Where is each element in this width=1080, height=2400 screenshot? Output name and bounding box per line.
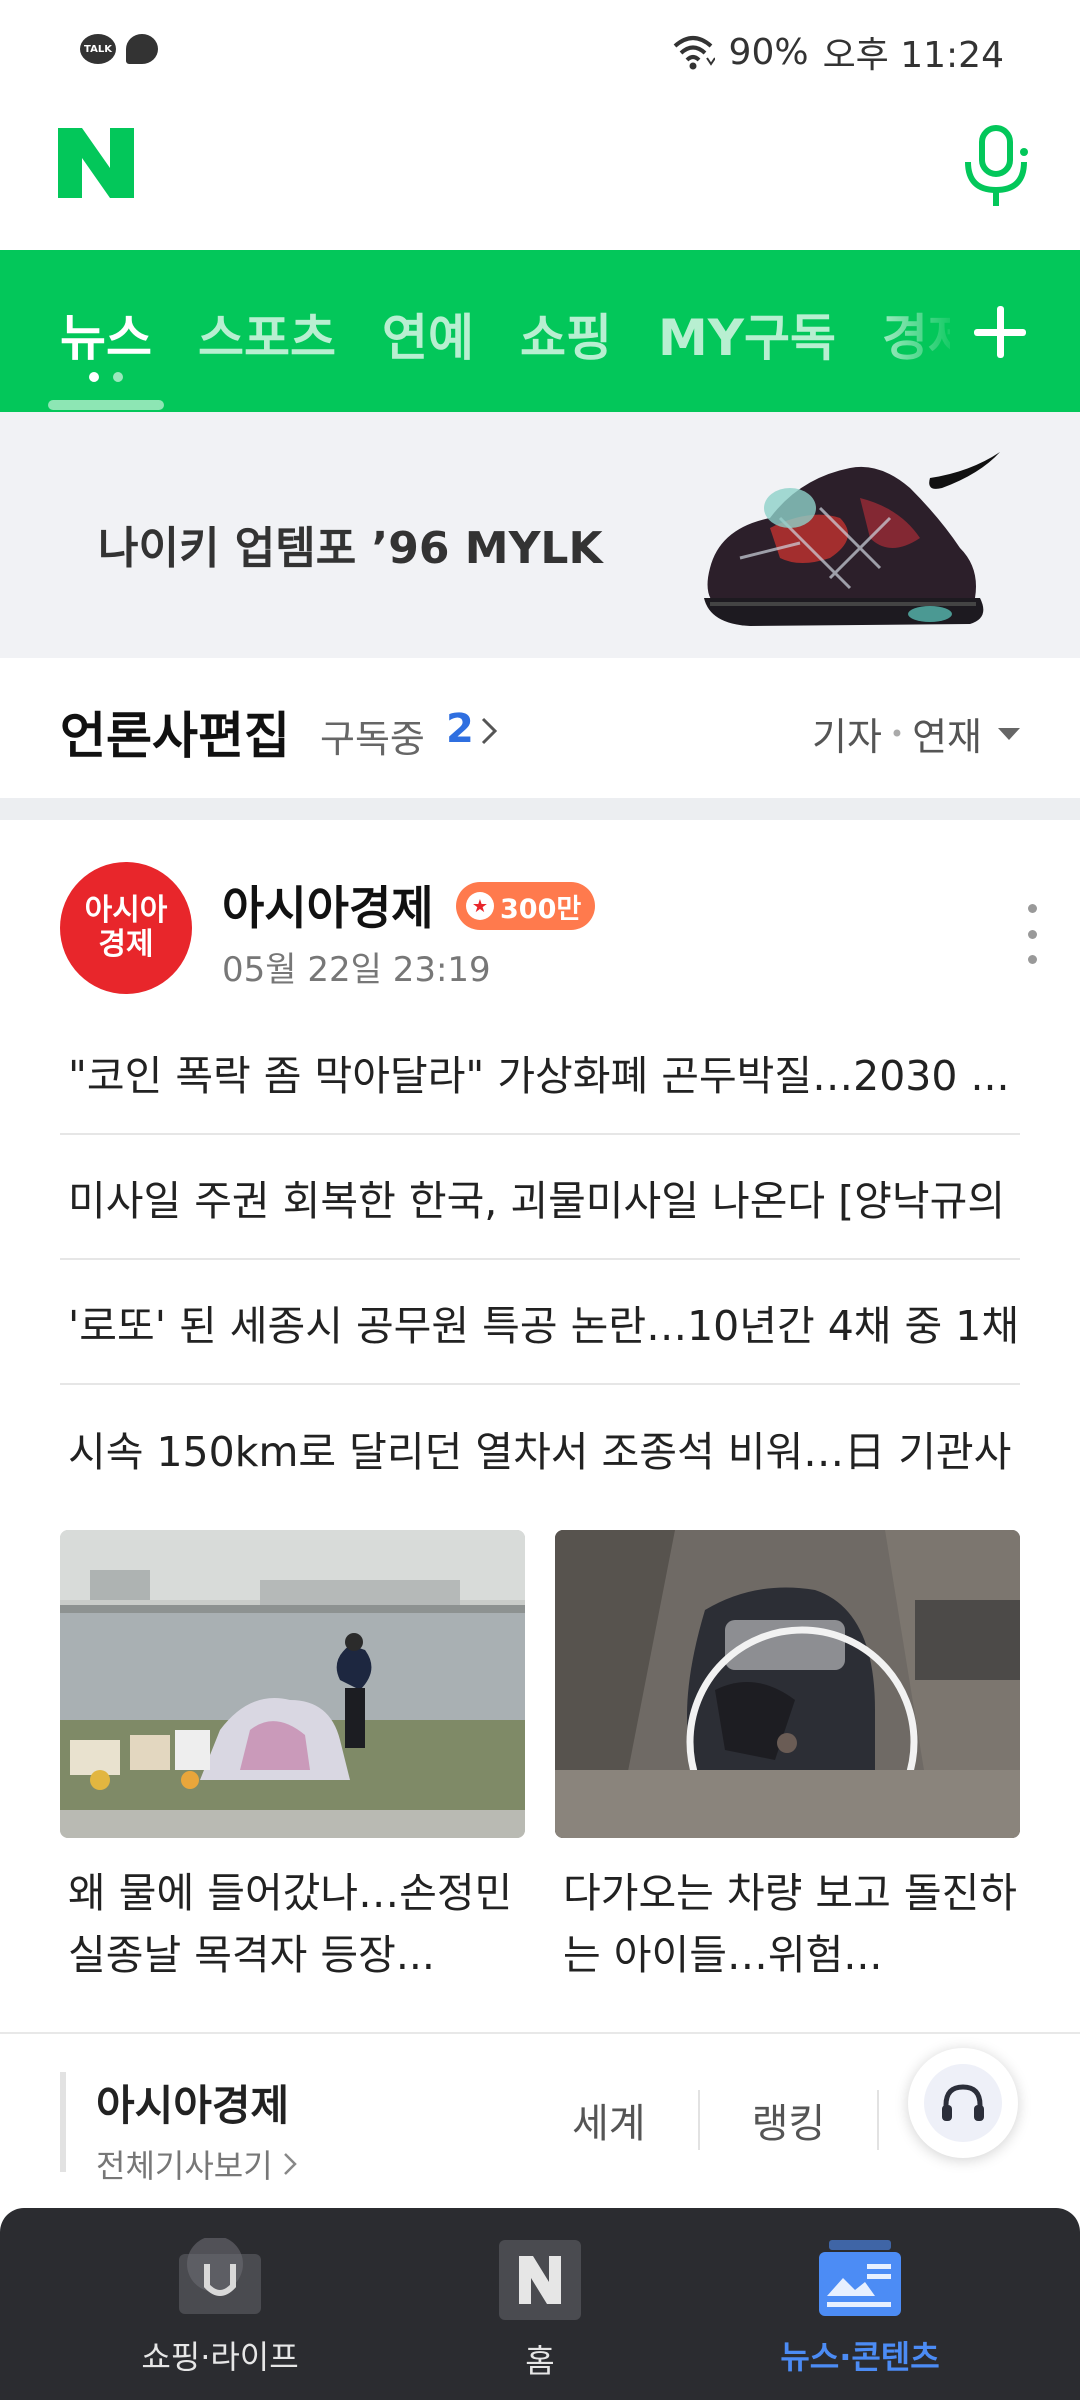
audio-clip-button[interactable]	[908, 2048, 1018, 2158]
naver-logo[interactable]	[58, 128, 134, 198]
photo-news-caption: 왜 물에 들어갔나…손정민 실종날 목격자 등장...	[68, 1869, 513, 1979]
chevron-right-icon	[283, 2153, 297, 2175]
wifi-icon	[673, 36, 715, 70]
chat-bubble-icon	[126, 34, 158, 64]
cctv-car-photo	[555, 1530, 1020, 1858]
tab-shopping[interactable]: 쇼핑	[520, 250, 612, 412]
tab-news[interactable]: 뉴스	[60, 250, 152, 412]
clock: 오후 11:24	[822, 35, 1004, 76]
press-edit-header: 언론사편집 구독중 2 기자 • 연재	[0, 658, 1080, 798]
kakaotalk-icon: TALK	[80, 34, 116, 64]
category-tab-bar: 뉴스 스포츠 연예 쇼핑 MY구독 경제	[0, 250, 1080, 412]
divider	[0, 2032, 1080, 2034]
app-header	[0, 100, 1080, 250]
tab-entertainment[interactable]: 연예	[382, 250, 474, 412]
ad-banner[interactable]: 나이키 업템포 ’96 MYLK	[0, 412, 1080, 658]
nav-shopping-label: 쇼핑·라이프	[141, 2338, 299, 2376]
publisher-avatar[interactable]: 아시아 경제	[60, 862, 192, 994]
footer-publisher-name[interactable]: 아시아경제	[96, 2072, 297, 2133]
headline-item[interactable]: '로또' 된 세종시 공무원 특공 논란…10년간 4채 중 1채 ...	[60, 1260, 1020, 1385]
subscribing-label[interactable]: 구독중	[320, 708, 425, 763]
shopping-bag-icon	[179, 2238, 261, 2314]
ad-text: 나이키 업템포 ’96 MYLK	[98, 523, 603, 574]
publisher-footer: 아시아경제 전체기사보기	[60, 2072, 297, 2185]
section-separator	[0, 798, 1080, 820]
headline-item[interactable]: 시속 150km로 달리던 열차서 조종석 비워…日 기관사 ...	[60, 1385, 1020, 1510]
news-content-icon	[819, 2240, 901, 2316]
headline-item[interactable]: 미사일 주권 회복한 한국, 괴물미사일 나온다 [양낙규의 ...	[60, 1135, 1020, 1260]
tab-page-dots	[89, 372, 123, 382]
status-bar: TALK 90% 오후 11:24	[0, 0, 1080, 100]
voice-search-mic-icon[interactable]	[956, 122, 1036, 208]
nav-news-content-label: 뉴스·콘텐츠	[780, 2338, 940, 2376]
quick-links: 세계 랭킹	[520, 2090, 880, 2150]
status-right: 90% 오후 11:24	[671, 26, 1004, 78]
reporter-series-filter[interactable]: 기자 • 연재	[812, 706, 1020, 761]
naver-home-icon	[499, 2240, 581, 2320]
headphones-icon	[942, 2084, 984, 2121]
sneaker-image	[704, 452, 1000, 626]
badge-count: 300만	[500, 893, 582, 925]
caret-down-icon	[998, 727, 1020, 740]
star-icon: ★	[466, 892, 494, 920]
view-all-articles-link[interactable]: 전체기사보기	[96, 2141, 297, 2187]
nav-news-content[interactable]: 뉴스·콘텐츠	[710, 2238, 1010, 2378]
photo-news-card[interactable]: 다가오는 차량 보고 돌진하는 아이들…위험...	[555, 1530, 1020, 2000]
active-tab-indicator	[48, 400, 164, 410]
filter-reporter: 기자	[812, 715, 882, 759]
tab-fade-overlay	[870, 250, 960, 412]
bottom-navigation: 쇼핑·라이프 홈 뉴스·콘텐츠	[0, 2208, 1080, 2400]
audio-button-inner	[924, 2064, 1002, 2142]
photo-news-caption: 다가오는 차량 보고 돌진하는 아이들…위험...	[563, 1869, 1018, 1979]
battery-level: 90%	[728, 31, 809, 73]
riverside-memorial-photo	[60, 1530, 525, 1838]
naver-app-screen: TALK 90% 오후 11:24 뉴스 스포츠 연예 쇼핑 MY구독 나이키 …	[0, 0, 1080, 2400]
tab-sports[interactable]: 스포츠	[198, 250, 336, 412]
avatar-line1: 아시아	[84, 893, 168, 928]
filter-series: 연재	[912, 715, 982, 759]
category-tabs: 뉴스 스포츠 연예 쇼핑 MY구독 경제	[0, 250, 950, 412]
tab-news-label: 뉴스	[60, 309, 152, 367]
nav-shopping-life[interactable]: 쇼핑·라이프	[70, 2238, 370, 2378]
link-ranking[interactable]: 랭킹	[700, 2090, 880, 2150]
notification-icons: TALK	[80, 34, 158, 64]
tab-my-subscription[interactable]: MY구독	[658, 250, 836, 412]
chevron-right-icon[interactable]	[480, 716, 498, 746]
nav-home-label: 홈	[525, 2342, 555, 2380]
nav-home[interactable]: 홈	[390, 2238, 690, 2382]
subscribing-count[interactable]: 2	[446, 706, 474, 752]
more-options-icon[interactable]	[1020, 904, 1044, 964]
view-all-label: 전체기사보기	[96, 2147, 273, 2185]
add-tab-plus-icon[interactable]	[960, 292, 1040, 372]
headline-list: "코인 폭락 좀 막아달라" 가상화폐 곤두박질…2030 ... 미사일 주권…	[60, 1010, 1020, 1510]
link-world[interactable]: 세계	[520, 2090, 700, 2150]
photo-news-row: 왜 물에 들어갔나…손정민 실종날 목격자 등장... 다가오는 차량 보고 돌…	[60, 1530, 1020, 2000]
press-edit-title: 언론사편집	[60, 707, 290, 765]
avatar-line2: 경제	[98, 927, 154, 962]
publish-datetime: 05월 22일 23:19	[222, 950, 491, 990]
headline-item[interactable]: "코인 폭락 좀 막아달라" 가상화폐 곤두박질…2030 ...	[60, 1010, 1020, 1135]
publisher-name[interactable]: 아시아경제	[222, 872, 434, 938]
filter-separator-dot: •	[889, 719, 905, 748]
photo-news-card[interactable]: 왜 물에 들어갔나…손정민 실종날 목격자 등장...	[60, 1530, 525, 2000]
subscriber-badge: ★ 300만	[456, 882, 596, 930]
